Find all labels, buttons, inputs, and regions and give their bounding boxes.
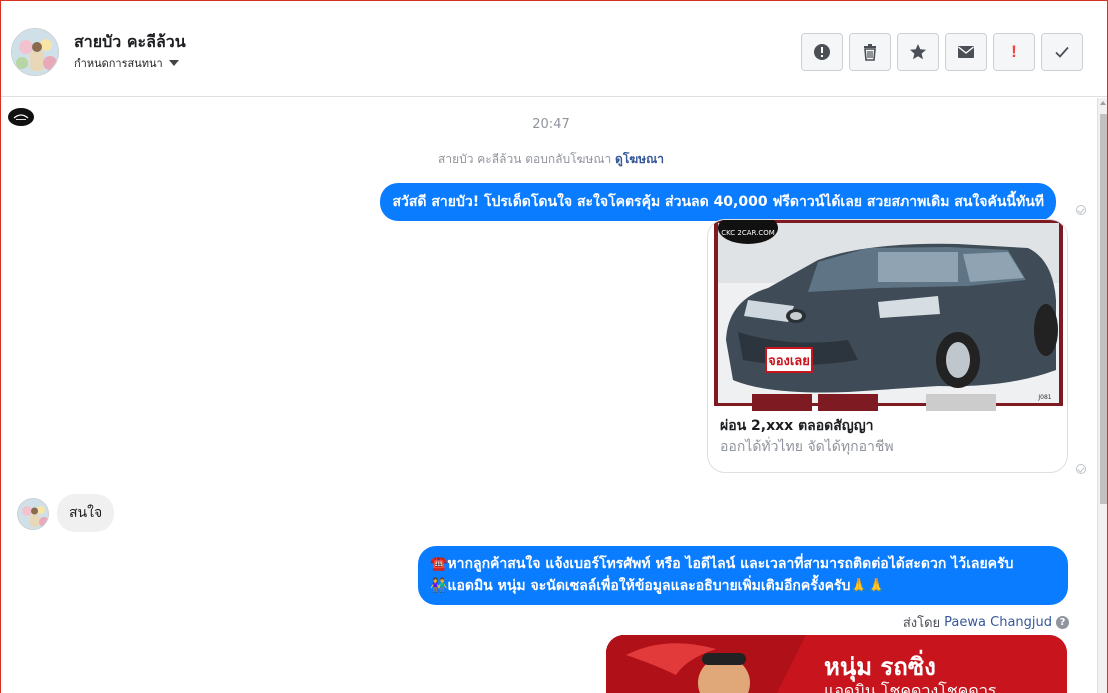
ad-reply-notice: สายบัว คะลีล้วน ตอบกลับโฆษณา ดูโฆษณา xyxy=(1,150,1097,169)
scroll-up-arrow-icon[interactable] xyxy=(1100,101,1106,105)
sent-by-label: ส่งโดย Paewa Changjud ? xyxy=(903,612,1069,633)
outgoing-message[interactable]: ☎️หากลูกค้าสนใจ แจ้งเบอร์โทรศัพท์ หรือ ไ… xyxy=(418,546,1068,605)
delete-button[interactable] xyxy=(849,33,891,71)
conversation-label-dropdown[interactable]: กำหนดการสนทนา xyxy=(74,54,179,72)
contact-name[interactable]: สายบัว คะลีล้วน xyxy=(74,30,186,55)
star-button[interactable] xyxy=(897,33,939,71)
promo-image-message[interactable]: หนุ่ม รถซิ่ง แอดมิน โชคดวงโชคดวร xyxy=(606,635,1067,693)
ad-card-message[interactable]: CKC 2CAR.COM จองเลย J081 ผ่อน 2,xxx ตลอด… xyxy=(707,219,1068,473)
sender-name[interactable]: Paewa Changjud xyxy=(944,615,1052,630)
sent-by-prefix: ส่งโดย xyxy=(902,616,941,631)
outgoing-message[interactable]: สวัสดี สายบัว! โปรเด็ดโดนใจ สะใจโคตรคุ้ม… xyxy=(380,183,1056,221)
car-photo-logo: CKC 2CAR.COM xyxy=(721,229,775,237)
help-icon[interactable]: ? xyxy=(1056,616,1069,629)
message-thread[interactable]: 20:47 สายบัว คะลีล้วน ตอบกลับโฆษณา ดูโฆษ… xyxy=(1,98,1097,693)
car-photo-code: J081 xyxy=(1037,394,1051,401)
car-photo[interactable]: CKC 2CAR.COM จองเลย J081 xyxy=(708,220,1067,411)
seen-indicator-icon xyxy=(1076,464,1086,474)
conversation-label-text: กำหนดการสนทนา xyxy=(74,57,163,70)
scrollbar-thumb[interactable] xyxy=(1100,114,1107,504)
header-actions: ! xyxy=(801,33,1083,71)
inbox-frame: สายบัว คะลีล้วน กำหนดการสนทนา ! 20:47 สา… xyxy=(0,0,1108,693)
trash-icon xyxy=(864,44,876,61)
view-ad-link[interactable]: ดูโฆษณา xyxy=(615,152,664,166)
envelope-icon xyxy=(958,46,974,58)
contact-avatar-small[interactable] xyxy=(17,498,49,530)
seen-indicator-icon xyxy=(1076,205,1086,215)
message-line: ☎️หากลูกค้าสนใจ แจ้งเบอร์โทรศัพท์ หรือ ไ… xyxy=(430,556,1014,572)
exclamation-icon: ! xyxy=(1011,42,1017,61)
promo-subtitle: แอดมิน โชคดวงโชคดวร xyxy=(824,681,997,693)
message-timestamp: 20:47 xyxy=(532,117,570,132)
alert-circle-icon xyxy=(814,44,830,60)
follow-up-button[interactable]: ! xyxy=(993,33,1035,71)
ad-reply-text: สายบัว คะลีล้วน ตอบกลับโฆษณา xyxy=(438,152,612,166)
conversation-header: สายบัว คะลีล้วน กำหนดการสนทนา ! xyxy=(1,1,1107,97)
checkmark-icon xyxy=(1055,46,1069,58)
incoming-message[interactable]: สนใจ xyxy=(57,494,115,532)
card-subtitle: ออกได้ทั่วไทย จัดได้ทุกอาชีพ xyxy=(720,439,894,455)
star-icon xyxy=(910,44,926,60)
caret-down-icon xyxy=(168,60,179,66)
reserve-badge: จองเลย xyxy=(768,354,810,369)
contact-avatar[interactable] xyxy=(11,28,59,76)
thread-scrollbar[interactable] xyxy=(1097,98,1107,693)
card-title: ผ่อน 2,xxx ตลอดสัญญา xyxy=(720,418,874,434)
mark-spam-button[interactable] xyxy=(801,33,843,71)
message-line: 👫แอดมิน หนุ่ม จะนัดเซลล์เพื่อให้ข้อมูลแล… xyxy=(430,578,886,594)
mark-unread-button[interactable] xyxy=(945,33,987,71)
mark-done-button[interactable] xyxy=(1041,33,1083,71)
